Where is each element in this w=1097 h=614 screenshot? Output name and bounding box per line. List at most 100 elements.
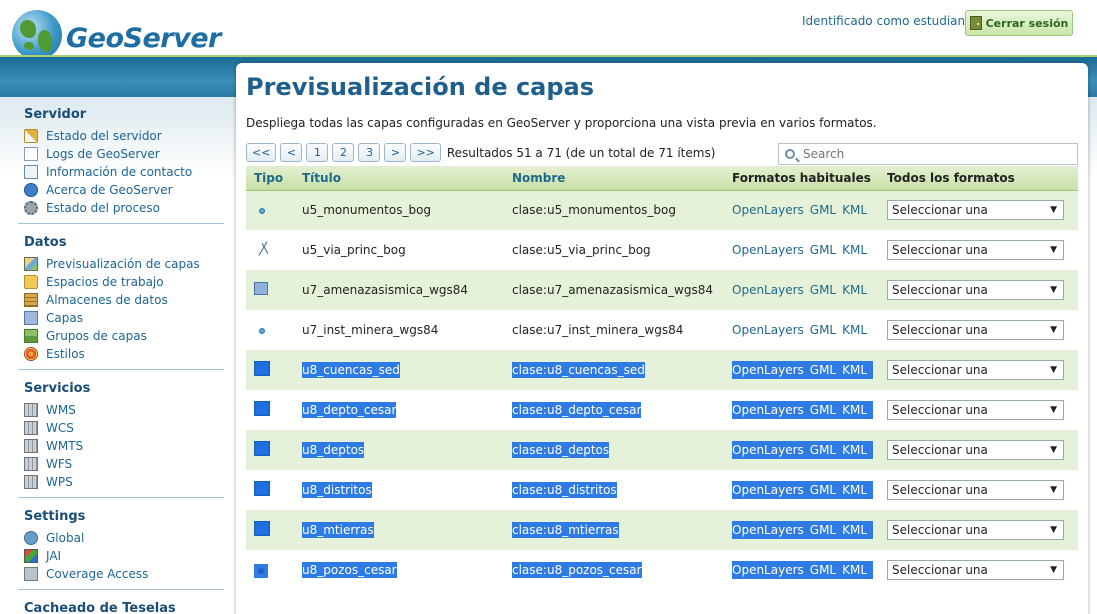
format-link-gml[interactable]: GML bbox=[810, 443, 836, 457]
format-link-gml[interactable]: GML bbox=[810, 323, 836, 337]
title-cell: u7_inst_minera_wgs84 bbox=[294, 310, 504, 350]
format-link-openlayers[interactable]: OpenLayers bbox=[732, 403, 804, 417]
format-link-gml[interactable]: GML bbox=[810, 363, 836, 377]
sidebar-item[interactable]: Coverage Access bbox=[24, 565, 224, 583]
column-header-name[interactable]: Nombre bbox=[504, 166, 724, 191]
column-header-title[interactable]: Título bbox=[294, 166, 504, 191]
common-formats-cell: OpenLayers GML KML bbox=[724, 390, 879, 430]
name-cell: clase:u8_cuencas_sed bbox=[504, 350, 724, 390]
format-select[interactable]: Seleccionar una ▼ bbox=[887, 520, 1065, 540]
format-select[interactable]: Seleccionar una ▼ bbox=[887, 480, 1065, 500]
format-link-gml[interactable]: GML bbox=[810, 403, 836, 417]
format-link-openlayers[interactable]: OpenLayers bbox=[732, 243, 804, 257]
format-link-openlayers[interactable]: OpenLayers bbox=[732, 283, 804, 297]
sidebar-item[interactable]: Estado del servidor bbox=[24, 127, 224, 145]
dropdown-arrow-icon: ▼ bbox=[1050, 285, 1058, 295]
sidebar-item[interactable]: Capas bbox=[24, 309, 224, 327]
sidebar-item[interactable]: Grupos de capas bbox=[24, 327, 224, 345]
sidebar-item[interactable]: Global bbox=[24, 529, 224, 547]
sidebar-item[interactable]: Espacios de trabajo bbox=[24, 273, 224, 291]
format-link-kml[interactable]: KML bbox=[842, 403, 867, 417]
column-header-type[interactable]: Tipo bbox=[246, 166, 294, 191]
sidebar-item[interactable]: Estado del proceso bbox=[24, 199, 224, 217]
sidebar-section-list: WMS WCS WMTS WFS WPS bbox=[18, 399, 224, 498]
format-link-kml[interactable]: KML bbox=[842, 483, 867, 497]
sidebar-item-label: Espacios de trabajo bbox=[46, 275, 164, 289]
pager-last-button[interactable]: >> bbox=[410, 143, 441, 162]
pager-first-button[interactable]: << bbox=[246, 143, 277, 162]
format-select[interactable]: Seleccionar una ▼ bbox=[887, 280, 1065, 300]
sidebar-item[interactable]: WMS bbox=[24, 401, 224, 419]
format-select[interactable]: Seleccionar una ▼ bbox=[887, 240, 1065, 260]
format-select[interactable]: Seleccionar una ▼ bbox=[887, 200, 1065, 221]
all-formats-cell: Seleccionar una ▼ bbox=[879, 470, 1078, 510]
layer-title: u8_pozos_cesar bbox=[302, 562, 397, 578]
format-link-kml[interactable]: KML bbox=[842, 443, 867, 457]
format-select[interactable]: Seleccionar una ▼ bbox=[887, 400, 1065, 420]
sidebar-item[interactable]: Acerca de GeoServer bbox=[24, 181, 224, 199]
format-link-openlayers[interactable]: OpenLayers bbox=[732, 483, 804, 497]
format-select[interactable]: Seleccionar una ▼ bbox=[887, 320, 1065, 340]
format-link-kml[interactable]: KML bbox=[842, 283, 867, 297]
layer-name: clase:u8_cuencas_sed bbox=[512, 362, 645, 378]
format-link-openlayers[interactable]: OpenLayers bbox=[732, 203, 804, 217]
format-link-openlayers[interactable]: OpenLayers bbox=[732, 443, 804, 457]
table-row: u5_via_princ_bog clase:u5_via_princ_bog Op… bbox=[246, 230, 1078, 270]
format-link-kml[interactable]: KML bbox=[842, 563, 867, 577]
sidebar-item[interactable]: Logs de GeoServer bbox=[24, 145, 224, 163]
service-icon bbox=[24, 421, 38, 435]
geoserver-logo[interactable]: GeoServer bbox=[12, 10, 221, 60]
logout-button[interactable]: Cerrar sesión bbox=[965, 10, 1073, 36]
all-formats-cell: Seleccionar una ▼ bbox=[879, 230, 1078, 270]
type-cell bbox=[246, 190, 294, 230]
pager-page-2[interactable]: 2 bbox=[332, 143, 355, 162]
sidebar-item[interactable]: Información de contacto bbox=[24, 163, 224, 181]
search-input[interactable] bbox=[803, 147, 1043, 161]
pager-prev-button[interactable]: < bbox=[280, 143, 303, 162]
format-links: OpenLayers GML KML bbox=[732, 481, 874, 499]
format-link-gml[interactable]: GML bbox=[810, 283, 836, 297]
pager-page-1[interactable]: 1 bbox=[306, 143, 329, 162]
format-link-kml[interactable]: KML bbox=[842, 323, 867, 337]
sidebar-item[interactable]: Almacenes de datos bbox=[24, 291, 224, 309]
all-formats-cell: Seleccionar una ▼ bbox=[879, 310, 1078, 350]
common-formats-cell: OpenLayers GML KML bbox=[724, 230, 879, 270]
common-formats-cell: OpenLayers GML KML bbox=[724, 550, 879, 590]
format-link-openlayers[interactable]: OpenLayers bbox=[732, 563, 804, 577]
pager-page-3[interactable]: 3 bbox=[358, 143, 381, 162]
format-link-gml[interactable]: GML bbox=[810, 523, 836, 537]
sidebar-item[interactable]: WMTS bbox=[24, 437, 224, 455]
header: GeoServer Identificado como estudiante. … bbox=[0, 0, 1097, 60]
format-link-gml[interactable]: GML bbox=[810, 243, 836, 257]
sidebar-item[interactable]: Estilos bbox=[24, 345, 224, 363]
sidebar-item-label: WCS bbox=[46, 421, 74, 435]
sidebar-item[interactable]: WFS bbox=[24, 455, 224, 473]
layer-name: clase:u8_distritos bbox=[512, 482, 617, 498]
format-link-kml[interactable]: KML bbox=[842, 363, 867, 377]
map-icon bbox=[24, 257, 38, 271]
format-select[interactable]: Seleccionar una ▼ bbox=[887, 440, 1065, 460]
common-formats-cell: OpenLayers GML KML bbox=[724, 350, 879, 390]
format-link-gml[interactable]: GML bbox=[810, 563, 836, 577]
service-icon bbox=[24, 403, 38, 417]
format-link-openlayers[interactable]: OpenLayers bbox=[732, 523, 804, 537]
sidebar-item[interactable]: Previsualización de capas bbox=[24, 255, 224, 273]
format-link-kml[interactable]: KML bbox=[842, 243, 867, 257]
layer-title: u8_cuencas_sed bbox=[302, 362, 400, 378]
format-link-gml[interactable]: GML bbox=[810, 483, 836, 497]
format-link-gml[interactable]: GML bbox=[810, 203, 836, 217]
layer-title: u7_inst_minera_wgs84 bbox=[302, 323, 439, 337]
format-select-value: Seleccionar una bbox=[892, 523, 988, 537]
format-link-openlayers[interactable]: OpenLayers bbox=[732, 323, 804, 337]
format-select[interactable]: Seleccionar una ▼ bbox=[887, 360, 1065, 380]
sidebar-item[interactable]: WPS bbox=[24, 473, 224, 491]
sidebar-item[interactable]: JAI bbox=[24, 547, 224, 565]
layer-group-icon bbox=[24, 329, 38, 343]
sidebar-item[interactable]: WCS bbox=[24, 419, 224, 437]
format-link-openlayers[interactable]: OpenLayers bbox=[732, 363, 804, 377]
format-select[interactable]: Seleccionar una ▼ bbox=[887, 560, 1065, 580]
pager-next-button[interactable]: > bbox=[384, 143, 407, 162]
format-link-kml[interactable]: KML bbox=[842, 203, 867, 217]
layer-name: clase:u7_amenazasismica_wgs84 bbox=[512, 283, 714, 297]
format-link-kml[interactable]: KML bbox=[842, 523, 867, 537]
